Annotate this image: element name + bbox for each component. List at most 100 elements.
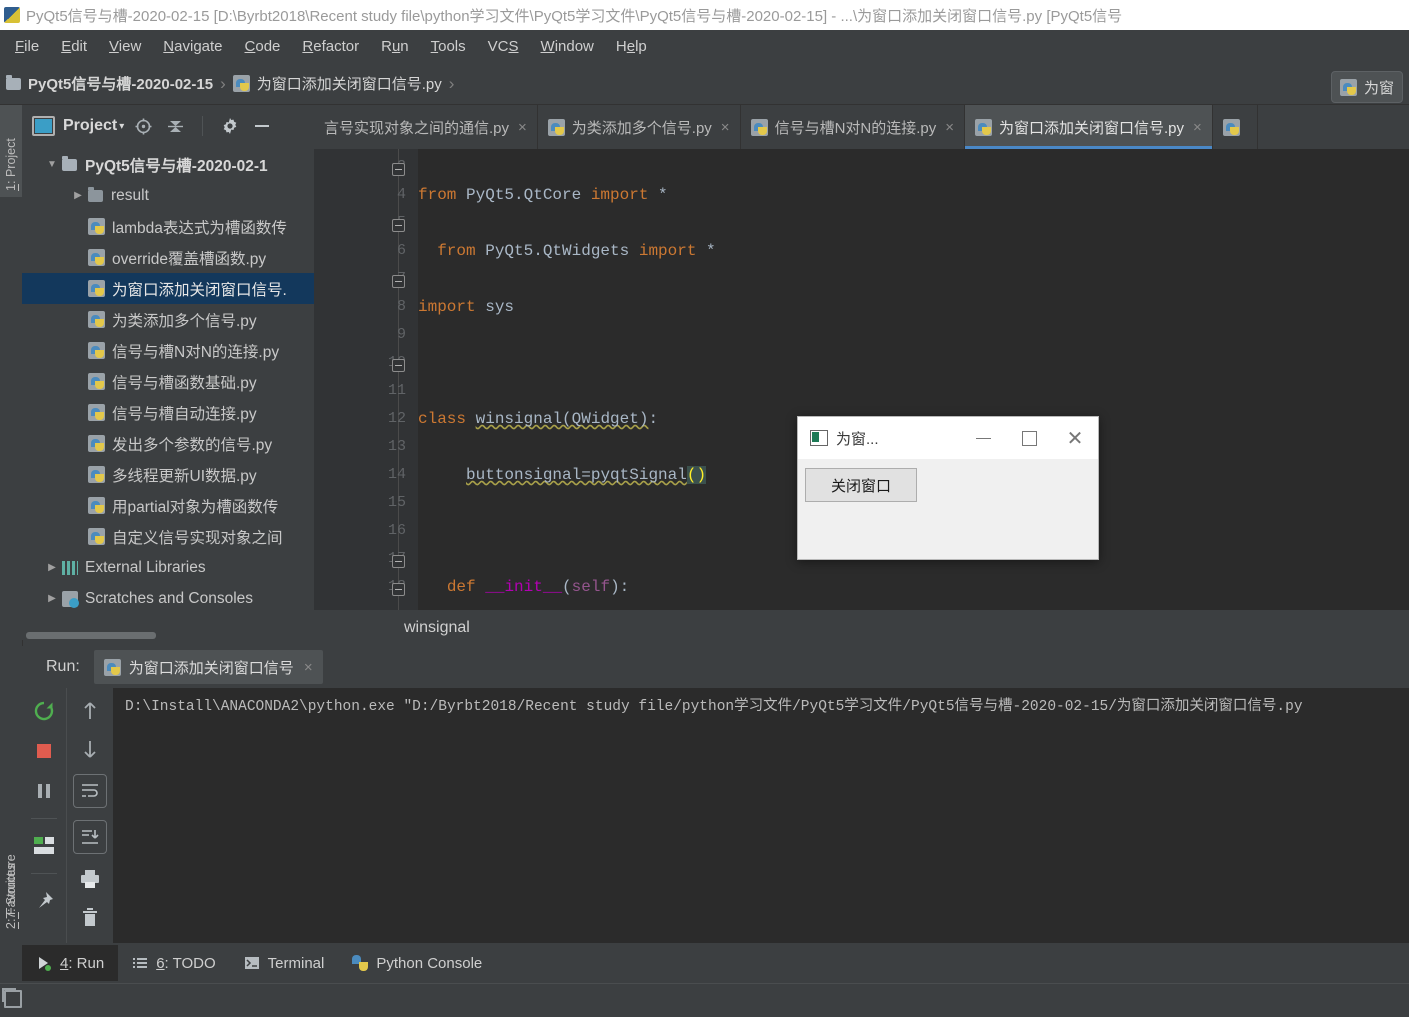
menu-run[interactable]: Run <box>370 35 420 58</box>
pin-icon[interactable] <box>31 888 57 914</box>
fold-marker[interactable] <box>392 219 405 232</box>
trash-icon[interactable] <box>77 904 103 930</box>
layout-icon[interactable] <box>31 833 57 859</box>
python-file-icon <box>232 75 250 92</box>
tree-item[interactable]: Scratches and Consoles <box>22 583 314 614</box>
gear-icon[interactable] <box>221 117 239 135</box>
tree-item[interactable]: result <box>22 180 314 211</box>
project-horizontal-scrollbar[interactable] <box>22 630 314 640</box>
sidebar-item-project[interactable]: 1: Project <box>0 105 22 197</box>
minimize-icon[interactable] <box>960 417 1006 459</box>
tree-item[interactable]: 用partial对象为槽函数传 <box>22 490 314 521</box>
tree-item[interactable]: PyQt5信号与槽-2020-02-1 <box>22 149 314 180</box>
maximize-icon[interactable] <box>1006 417 1052 459</box>
qt-window-body: 关闭窗口 <box>798 459 1098 558</box>
menu-edit[interactable]: Edit <box>50 35 98 58</box>
python-file-icon <box>88 249 105 266</box>
status-tab-python-console-label: Python Console <box>376 954 483 972</box>
tree-item[interactable]: 发出多个参数的信号.py <box>22 428 314 459</box>
python-file-icon <box>975 118 993 136</box>
run-tab[interactable]: 为窗口添加关闭窗口信号 × <box>93 650 323 684</box>
tree-item[interactable]: 信号与槽自动连接.py <box>22 397 314 428</box>
editor-tab[interactable]: 为类添加多个信号.py × <box>537 105 741 149</box>
menu-navigate[interactable]: Navigate <box>152 35 233 58</box>
up-arrow-icon[interactable] <box>77 698 103 724</box>
run-panel-header: Run: 为窗口添加关闭窗口信号 × <box>22 646 1409 688</box>
chevron-down-icon[interactable]: ▾ <box>119 121 124 132</box>
python-file-icon <box>88 373 105 390</box>
project-tab-label: : Project <box>4 138 18 185</box>
close-icon[interactable]: × <box>721 119 730 136</box>
fold-marker[interactable] <box>392 275 405 288</box>
chevron-down-icon[interactable] <box>44 159 60 170</box>
tree-item[interactable]: lambda表达式为槽函数传 <box>22 211 314 242</box>
fold-marker[interactable] <box>392 555 405 568</box>
run-console-output[interactable]: D:\Install\ANACONDA2\python.exe "D:/Byrb… <box>113 688 1409 943</box>
status-tab-run[interactable]: 4: Run <box>22 945 119 981</box>
tree-item[interactable]: 多线程更新UI数据.py <box>22 459 314 490</box>
fold-marker[interactable] <box>392 359 405 372</box>
status-tab-todo[interactable]: 6: TODO <box>118 945 229 981</box>
scratches-icon <box>62 590 79 608</box>
close-icon[interactable]: × <box>518 119 527 136</box>
scroll-to-end-icon[interactable] <box>73 820 107 854</box>
editor-tab[interactable]: 信号与槽N对N的连接.py × <box>740 105 966 149</box>
editor-tab[interactable]: 言号实现对象之间的通信.py × <box>314 105 538 149</box>
soft-wrap-icon[interactable] <box>73 774 107 808</box>
editor-tab-label: 为窗口添加关闭窗口信号.py <box>999 119 1185 137</box>
tree-item[interactable]: 信号与槽N对N的连接.py <box>22 335 314 366</box>
tree-item[interactable]: override覆盖槽函数.py <box>22 242 314 273</box>
fold-marker[interactable] <box>392 583 405 596</box>
close-icon[interactable]: × <box>304 659 313 676</box>
menu-view[interactable]: View <box>98 35 152 58</box>
sidebar-item-favorites[interactable]: 2: Favorites <box>0 825 22 935</box>
tree-item[interactable]: 自定义信号实现对象之间 <box>22 521 314 552</box>
close-icon[interactable]: ✕ <box>1052 417 1098 459</box>
collapse-all-icon[interactable] <box>166 117 184 135</box>
locate-icon[interactable] <box>134 117 152 135</box>
menu-code[interactable]: Code <box>234 35 292 58</box>
editor-tab-label: 言号实现对象之间的通信.py <box>324 119 510 137</box>
tree-item[interactable]: 为窗口添加关闭窗口信号. <box>22 273 314 304</box>
menu-tools[interactable]: Tools <box>420 35 477 58</box>
menu-help[interactable]: Help <box>605 35 658 58</box>
tree-item-label: 多线程更新UI数据.py <box>112 467 257 485</box>
menu-vcs[interactable]: VCS <box>477 35 530 58</box>
close-icon[interactable]: × <box>1193 119 1202 136</box>
menu-bar[interactable]: File Edit View Navigate Code Refactor Ru… <box>0 30 1409 63</box>
editor-gutter[interactable]: 3456789101112131415161718 <box>314 149 418 610</box>
breadcrumb-project[interactable]: PyQt5信号与槽-2020-02-15 <box>6 73 213 94</box>
code-line-3: from PyQt5.QtCore import * <box>418 186 668 204</box>
editor-tab-overflow[interactable] <box>1212 105 1258 149</box>
tree-item[interactable]: External Libraries <box>22 552 314 583</box>
pause-icon[interactable] <box>31 778 57 804</box>
status-tab-python-console[interactable]: Python Console <box>338 945 496 981</box>
fold-marker[interactable] <box>392 163 405 176</box>
chevron-right-icon[interactable] <box>70 190 86 201</box>
tree-item[interactable]: 为类添加多个信号.py <box>22 304 314 335</box>
line-number: 13 <box>387 438 406 455</box>
chevron-right-icon[interactable] <box>44 593 60 604</box>
down-arrow-icon[interactable] <box>77 736 103 762</box>
run-configuration-selector[interactable]: 为窗 <box>1331 71 1403 103</box>
hide-icon[interactable] <box>253 117 271 135</box>
stop-icon[interactable] <box>31 738 57 764</box>
rerun-icon[interactable] <box>31 698 57 724</box>
project-view-icon <box>32 116 55 136</box>
menu-file[interactable]: File <box>4 35 50 58</box>
tree-item[interactable]: 信号与槽函数基础.py <box>22 366 314 397</box>
editor-breadcrumb[interactable]: winsignal <box>314 610 1409 646</box>
print-icon[interactable] <box>77 866 103 892</box>
python-file-icon <box>88 466 105 483</box>
status-tab-terminal[interactable]: Terminal <box>230 945 339 981</box>
qt-application-window[interactable]: 为窗... ✕ 关闭窗口 <box>797 416 1099 560</box>
qt-window-title-bar[interactable]: 为窗... ✕ <box>798 417 1098 459</box>
menu-refactor[interactable]: Refactor <box>291 35 370 58</box>
close-icon[interactable]: × <box>945 119 954 136</box>
close-window-button[interactable]: 关闭窗口 <box>805 468 917 502</box>
menu-window[interactable]: Window <box>530 35 605 58</box>
chevron-right-icon[interactable] <box>44 562 60 573</box>
tree-item-label: lambda表达式为槽函数传 <box>112 219 287 237</box>
editor-tab[interactable]: 为窗口添加关闭窗口信号.py × <box>965 105 1213 149</box>
breadcrumb-file[interactable]: 为窗口添加关闭窗口信号.py <box>232 73 442 94</box>
